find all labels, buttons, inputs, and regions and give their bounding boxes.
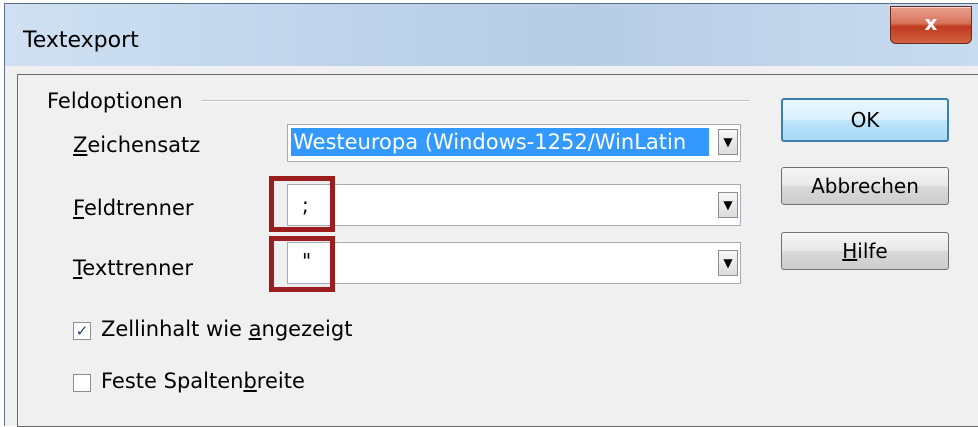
text-separator-select[interactable]: " ▼ — [287, 242, 741, 284]
annotation-highlight-box — [269, 176, 335, 232]
charset-value: Westeuropa (Windows-1252/WinLatin — [291, 128, 709, 156]
cancel-button[interactable]: Abbrechen — [781, 167, 949, 205]
check-icon: ✓ — [75, 322, 89, 340]
fixed-width-label: Feste Spaltenbreite — [101, 369, 305, 393]
cell-content-label: Zellinhalt wie angezeigt — [101, 317, 353, 341]
ok-button[interactable]: OK — [781, 98, 949, 142]
dialog-window: Textexport x Feldoptionen Zeichensatz We… — [4, 3, 978, 427]
cell-content-checkbox[interactable]: ✓ — [73, 322, 91, 340]
group-label: Feldoptionen — [47, 89, 189, 113]
field-separator-label: Feldtrenner — [73, 196, 194, 220]
chevron-down-icon[interactable]: ▼ — [718, 192, 738, 218]
chevron-down-icon[interactable]: ▼ — [718, 129, 738, 155]
chevron-down-icon[interactable]: ▼ — [718, 250, 738, 276]
close-button[interactable]: x — [890, 6, 972, 44]
field-separator-select[interactable]: ; ▼ — [287, 184, 741, 226]
charset-label: Zeichensatz — [73, 133, 201, 157]
charset-select[interactable]: Westeuropa (Windows-1252/WinLatin ▼ — [287, 124, 741, 162]
window-title: Textexport — [23, 28, 139, 53]
help-button[interactable]: Hilfe — [781, 232, 949, 270]
title-bar[interactable]: Textexport x — [5, 4, 978, 67]
close-icon: x — [924, 11, 938, 35]
text-separator-label: Texttrenner — [73, 256, 193, 280]
dialog-client: Feldoptionen Zeichensatz Westeuropa (Win… — [5, 66, 978, 427]
annotation-highlight-box — [269, 236, 335, 292]
fixed-width-checkbox[interactable] — [73, 374, 91, 392]
group-divider — [201, 100, 749, 102]
